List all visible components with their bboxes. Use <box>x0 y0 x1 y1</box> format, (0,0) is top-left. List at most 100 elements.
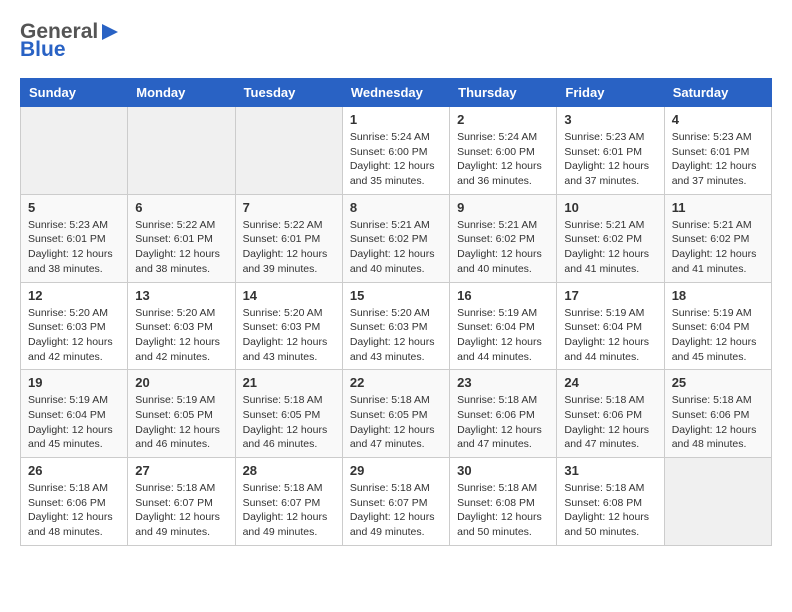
calendar-cell <box>235 107 342 195</box>
day-info: Sunrise: 5:19 AM Sunset: 6:04 PM Dayligh… <box>28 393 120 452</box>
column-header-saturday: Saturday <box>664 79 771 107</box>
column-header-sunday: Sunday <box>21 79 128 107</box>
day-number: 23 <box>457 375 549 390</box>
day-number: 16 <box>457 288 549 303</box>
day-number: 13 <box>135 288 227 303</box>
day-info: Sunrise: 5:20 AM Sunset: 6:03 PM Dayligh… <box>243 306 335 365</box>
calendar-cell: 21 Sunrise: 5:18 AM Sunset: 6:05 PM Dayli… <box>235 370 342 458</box>
day-info: Sunrise: 5:19 AM Sunset: 6:04 PM Dayligh… <box>564 306 656 365</box>
day-info: Sunrise: 5:19 AM Sunset: 6:04 PM Dayligh… <box>672 306 764 365</box>
calendar-week-row: 26 Sunrise: 5:18 AM Sunset: 6:06 PM Dayli… <box>21 458 772 546</box>
day-info: Sunrise: 5:18 AM Sunset: 6:07 PM Dayligh… <box>350 481 442 540</box>
calendar-cell: 19 Sunrise: 5:19 AM Sunset: 6:04 PM Dayli… <box>21 370 128 458</box>
day-info: Sunrise: 5:24 AM Sunset: 6:00 PM Dayligh… <box>350 130 442 189</box>
day-info: Sunrise: 5:23 AM Sunset: 6:01 PM Dayligh… <box>672 130 764 189</box>
day-info: Sunrise: 5:21 AM Sunset: 6:02 PM Dayligh… <box>457 218 549 277</box>
calendar-cell: 16 Sunrise: 5:19 AM Sunset: 6:04 PM Dayli… <box>450 282 557 370</box>
day-number: 19 <box>28 375 120 390</box>
day-info: Sunrise: 5:18 AM Sunset: 6:06 PM Dayligh… <box>457 393 549 452</box>
day-info: Sunrise: 5:18 AM Sunset: 6:08 PM Dayligh… <box>457 481 549 540</box>
day-info: Sunrise: 5:20 AM Sunset: 6:03 PM Dayligh… <box>350 306 442 365</box>
day-info: Sunrise: 5:18 AM Sunset: 6:07 PM Dayligh… <box>135 481 227 540</box>
calendar-cell: 12 Sunrise: 5:20 AM Sunset: 6:03 PM Dayli… <box>21 282 128 370</box>
day-info: Sunrise: 5:19 AM Sunset: 6:04 PM Dayligh… <box>457 306 549 365</box>
day-number: 12 <box>28 288 120 303</box>
calendar-cell: 31 Sunrise: 5:18 AM Sunset: 6:08 PM Dayli… <box>557 458 664 546</box>
page-header: General Blue <box>20 20 772 62</box>
day-info: Sunrise: 5:21 AM Sunset: 6:02 PM Dayligh… <box>564 218 656 277</box>
day-number: 5 <box>28 200 120 215</box>
calendar-cell: 24Sunrise: 5:18 AM Sunset: 6:06 PM Dayli… <box>557 370 664 458</box>
calendar-cell: 10 Sunrise: 5:21 AM Sunset: 6:02 PM Dayli… <box>557 194 664 282</box>
day-info: Sunrise: 5:18 AM Sunset: 6:07 PM Dayligh… <box>243 481 335 540</box>
day-number: 29 <box>350 463 442 478</box>
calendar-cell: 6Sunrise: 5:22 AM Sunset: 6:01 PM Daylig… <box>128 194 235 282</box>
day-number: 15 <box>350 288 442 303</box>
calendar-cell: 5 Sunrise: 5:23 AM Sunset: 6:01 PM Daylig… <box>21 194 128 282</box>
calendar-week-row: 19 Sunrise: 5:19 AM Sunset: 6:04 PM Dayli… <box>21 370 772 458</box>
day-number: 18 <box>672 288 764 303</box>
logo: General Blue <box>20 20 120 62</box>
calendar-cell: 8Sunrise: 5:21 AM Sunset: 6:02 PM Daylig… <box>342 194 449 282</box>
calendar-cell: 14 Sunrise: 5:20 AM Sunset: 6:03 PM Dayli… <box>235 282 342 370</box>
column-header-tuesday: Tuesday <box>235 79 342 107</box>
calendar-cell: 30 Sunrise: 5:18 AM Sunset: 6:08 PM Dayli… <box>450 458 557 546</box>
day-info: Sunrise: 5:23 AM Sunset: 6:01 PM Dayligh… <box>564 130 656 189</box>
column-header-wednesday: Wednesday <box>342 79 449 107</box>
day-number: 31 <box>564 463 656 478</box>
day-info: Sunrise: 5:18 AM Sunset: 6:06 PM Dayligh… <box>28 481 120 540</box>
day-number: 30 <box>457 463 549 478</box>
day-info: Sunrise: 5:23 AM Sunset: 6:01 PM Dayligh… <box>28 218 120 277</box>
calendar-cell <box>21 107 128 195</box>
day-number: 14 <box>243 288 335 303</box>
column-header-friday: Friday <box>557 79 664 107</box>
calendar-week-row: 5 Sunrise: 5:23 AM Sunset: 6:01 PM Daylig… <box>21 194 772 282</box>
day-number: 27 <box>135 463 227 478</box>
calendar-week-row: 1 Sunrise: 5:24 AM Sunset: 6:00 PM Daylig… <box>21 107 772 195</box>
calendar-table: SundayMondayTuesdayWednesdayThursdayFrid… <box>20 78 772 546</box>
calendar-cell: 7Sunrise: 5:22 AM Sunset: 6:01 PM Daylig… <box>235 194 342 282</box>
calendar-cell <box>128 107 235 195</box>
day-info: Sunrise: 5:18 AM Sunset: 6:08 PM Dayligh… <box>564 481 656 540</box>
column-header-thursday: Thursday <box>450 79 557 107</box>
day-info: Sunrise: 5:20 AM Sunset: 6:03 PM Dayligh… <box>135 306 227 365</box>
day-number: 6 <box>135 200 227 215</box>
calendar-cell: 18 Sunrise: 5:19 AM Sunset: 6:04 PM Dayli… <box>664 282 771 370</box>
calendar-cell: 20Sunrise: 5:19 AM Sunset: 6:05 PM Dayli… <box>128 370 235 458</box>
calendar-cell: 9 Sunrise: 5:21 AM Sunset: 6:02 PM Daylig… <box>450 194 557 282</box>
day-number: 10 <box>564 200 656 215</box>
calendar-cell: 15 Sunrise: 5:20 AM Sunset: 6:03 PM Dayli… <box>342 282 449 370</box>
day-number: 1 <box>350 112 442 127</box>
calendar-cell: 2Sunrise: 5:24 AM Sunset: 6:00 PM Daylig… <box>450 107 557 195</box>
calendar-cell: 23 Sunrise: 5:18 AM Sunset: 6:06 PM Dayli… <box>450 370 557 458</box>
calendar-cell: 29 Sunrise: 5:18 AM Sunset: 6:07 PM Dayli… <box>342 458 449 546</box>
calendar-cell: 17 Sunrise: 5:19 AM Sunset: 6:04 PM Dayli… <box>557 282 664 370</box>
logo-blue-text: Blue <box>20 38 120 62</box>
day-number: 8 <box>350 200 442 215</box>
day-number: 2 <box>457 112 549 127</box>
day-info: Sunrise: 5:18 AM Sunset: 6:05 PM Dayligh… <box>243 393 335 452</box>
calendar-cell: 3 Sunrise: 5:23 AM Sunset: 6:01 PM Daylig… <box>557 107 664 195</box>
day-number: 28 <box>243 463 335 478</box>
day-number: 3 <box>564 112 656 127</box>
calendar-cell: 28 Sunrise: 5:18 AM Sunset: 6:07 PM Dayli… <box>235 458 342 546</box>
day-number: 21 <box>243 375 335 390</box>
day-number: 22 <box>350 375 442 390</box>
calendar-cell: 27 Sunrise: 5:18 AM Sunset: 6:07 PM Dayli… <box>128 458 235 546</box>
day-number: 9 <box>457 200 549 215</box>
calendar-cell: 25 Sunrise: 5:18 AM Sunset: 6:06 PM Dayli… <box>664 370 771 458</box>
calendar-week-row: 12 Sunrise: 5:20 AM Sunset: 6:03 PM Dayli… <box>21 282 772 370</box>
day-number: 4 <box>672 112 764 127</box>
day-info: Sunrise: 5:21 AM Sunset: 6:02 PM Dayligh… <box>672 218 764 277</box>
day-number: 26 <box>28 463 120 478</box>
day-info: Sunrise: 5:20 AM Sunset: 6:03 PM Dayligh… <box>28 306 120 365</box>
calendar-cell: 4 Sunrise: 5:23 AM Sunset: 6:01 PM Daylig… <box>664 107 771 195</box>
day-info: Sunrise: 5:18 AM Sunset: 6:06 PM Dayligh… <box>672 393 764 452</box>
day-info: Sunrise: 5:22 AM Sunset: 6:01 PM Dayligh… <box>243 218 335 277</box>
day-info: Sunrise: 5:18 AM Sunset: 6:06 PM Dayligh… <box>564 393 656 452</box>
calendar-cell <box>664 458 771 546</box>
calendar-header-row: SundayMondayTuesdayWednesdayThursdayFrid… <box>21 79 772 107</box>
day-number: 25 <box>672 375 764 390</box>
day-number: 17 <box>564 288 656 303</box>
calendar-cell: 11Sunrise: 5:21 AM Sunset: 6:02 PM Dayli… <box>664 194 771 282</box>
